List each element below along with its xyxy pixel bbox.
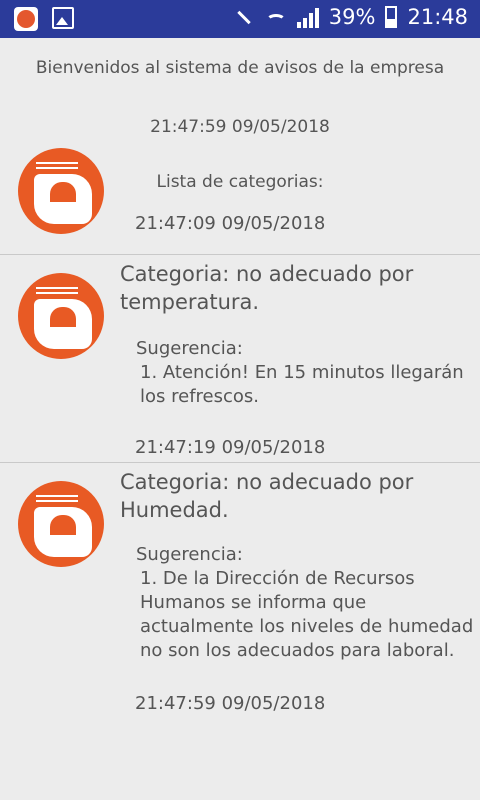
notice-category: Categoria: no adecuado por Humedad. xyxy=(120,470,414,522)
suggestion-text: 1. De la Dirección de Recursos Humanos s… xyxy=(140,568,474,661)
welcome-text: Bienvenidos al sistema de avisos de la e… xyxy=(35,58,445,78)
battery-percent: 39% xyxy=(328,5,376,29)
battery-icon xyxy=(385,6,398,28)
notice-timestamp: 21:47:09 09/05/2018 xyxy=(135,213,326,234)
category-icon xyxy=(18,273,104,359)
suggestion-text: 1. Atención! En 15 minutos llegarán los … xyxy=(140,362,464,407)
mute-icon xyxy=(233,6,255,28)
app-notification-icon xyxy=(14,7,38,31)
header-timestamp: 21:47:59 09/05/2018 xyxy=(150,117,330,137)
category-icon xyxy=(18,148,104,234)
list-item[interactable]: Categoria: no adecuado por Humedad. Suge… xyxy=(0,463,480,723)
clock: 21:48 xyxy=(407,5,468,29)
image-notification-icon xyxy=(52,7,74,29)
wifi-icon xyxy=(265,6,287,28)
system-indicators: 39% 21:48 xyxy=(233,5,468,29)
notice-category: Categoria: no adecuado por temperatura. xyxy=(120,262,414,314)
status-bar: 39% 21:48 xyxy=(0,0,480,38)
suggestion-label: Sugerencia: xyxy=(136,338,243,359)
category-icon xyxy=(18,481,104,567)
suggestion-label: Sugerencia: xyxy=(136,544,243,565)
list-item[interactable]: Categoria: no adecuado por temperatura. … xyxy=(0,255,480,462)
notice-timestamp: 21:47:59 09/05/2018 xyxy=(135,693,326,714)
notification-icons xyxy=(14,7,74,31)
list-item[interactable]: 21:47:09 09/05/2018 xyxy=(0,148,480,254)
signal-icon xyxy=(296,6,319,28)
notice-timestamp: 21:47:19 09/05/2018 xyxy=(135,437,326,458)
